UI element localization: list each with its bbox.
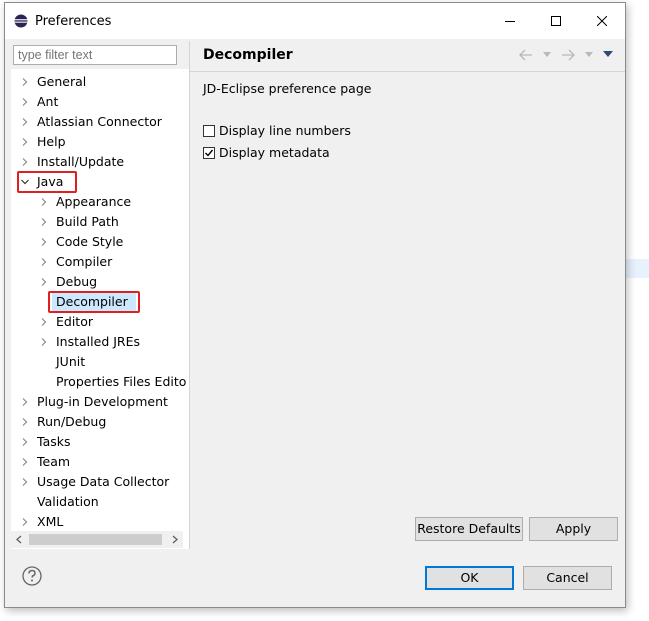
tree-item-label: Editor	[56, 314, 93, 329]
tree-item-xml[interactable]: XML	[11, 512, 189, 532]
close-icon	[597, 16, 607, 26]
tree-item-plug-in-development[interactable]: Plug-in Development	[11, 392, 189, 412]
tree-item-label: Run/Debug	[37, 414, 107, 429]
annotation-highlight-box	[48, 291, 140, 313]
pane-divider	[189, 41, 190, 549]
tree-item-usage-data-collector[interactable]: Usage Data Collector	[11, 472, 189, 492]
apply-button[interactable]: Apply	[529, 517, 618, 541]
scrollbar-thumb[interactable]	[29, 534, 162, 545]
tree-item-appearance[interactable]: Appearance	[11, 192, 189, 212]
window-title: Preferences	[35, 14, 112, 29]
chevron-right-icon[interactable]	[40, 278, 48, 286]
chevron-right-icon[interactable]	[40, 318, 48, 326]
tree-item-label: Installed JREs	[56, 334, 141, 349]
page-navigation	[519, 47, 619, 63]
tree-item-label: Appearance	[56, 194, 132, 209]
chevron-right-icon[interactable]	[21, 98, 29, 106]
chevron-right-icon[interactable]	[21, 438, 29, 446]
tree-item-general[interactable]: General	[11, 72, 189, 92]
tree-item-label: Ant	[37, 94, 59, 109]
preferences-dialog: Preferences General Ant Atlassian Connecto…	[4, 2, 626, 608]
display-line-numbers-label[interactable]: Display line numbers	[219, 123, 351, 138]
tree-item-properties-files-edito[interactable]: Properties Files Edito	[11, 372, 189, 392]
chevron-right-icon[interactable]	[21, 138, 29, 146]
page-title: Decompiler	[203, 47, 293, 63]
restore-defaults-button[interactable]: Restore Defaults	[415, 517, 523, 541]
chevron-right-icon[interactable]	[21, 78, 29, 86]
chevron-right-icon[interactable]	[40, 258, 48, 266]
annotation-highlight-box	[17, 171, 77, 193]
tree-item-label: Code Style	[56, 234, 124, 249]
tree-item-run-debug[interactable]: Run/Debug	[11, 412, 189, 432]
tree-item-label: Install/Update	[37, 154, 125, 169]
forward-dropdown-icon[interactable]	[585, 52, 593, 58]
background-line-highlight	[626, 259, 649, 278]
tree-item-build-path[interactable]: Build Path	[11, 212, 189, 232]
tree-item-atlassian-connector[interactable]: Atlassian Connector	[11, 112, 189, 132]
checkmark-icon	[205, 149, 214, 157]
display-metadata-checkbox[interactable]	[203, 147, 215, 159]
tree-item-label: General	[37, 74, 87, 89]
tree-item-label: Compiler	[56, 254, 113, 269]
tree-item-compiler[interactable]: Compiler	[11, 252, 189, 272]
chevron-right-icon[interactable]	[21, 118, 29, 126]
tree-item-label: Atlassian Connector	[37, 114, 162, 129]
maximize-icon	[551, 16, 561, 26]
page-description: JD-Eclipse preference page	[203, 81, 372, 96]
filter-input[interactable]	[13, 45, 177, 65]
tree-item-code-style[interactable]: Code Style	[11, 232, 189, 252]
tree-horizontal-scrollbar[interactable]	[11, 531, 183, 548]
tree-item-tasks[interactable]: Tasks	[11, 432, 189, 452]
forward-arrow-icon[interactable]	[561, 49, 575, 61]
tree-item-label: Build Path	[56, 214, 119, 229]
chevron-right-icon[interactable]	[21, 458, 29, 466]
title-bar: Preferences	[5, 3, 625, 39]
tree-item-label: Properties Files Edito	[56, 374, 187, 389]
tree-item-label: Plug-in Development	[37, 394, 168, 409]
tree-item-label: Help	[37, 134, 66, 149]
tree-item-label: Usage Data Collector	[37, 474, 170, 489]
scroll-left-arrow-icon[interactable]	[15, 535, 23, 544]
chevron-right-icon[interactable]	[21, 158, 29, 166]
tree-item-label: JUnit	[56, 354, 86, 369]
tree-item-label: XML	[37, 514, 64, 529]
back-dropdown-icon[interactable]	[543, 52, 551, 58]
header-separator	[190, 71, 625, 72]
tree-item-install-update[interactable]: Install/Update	[11, 152, 189, 172]
chevron-right-icon[interactable]	[21, 478, 29, 486]
minimize-button[interactable]	[487, 3, 533, 39]
tree-item-junit[interactable]: JUnit	[11, 352, 189, 372]
display-metadata-label[interactable]: Display metadata	[219, 145, 330, 160]
display-line-numbers-checkbox[interactable]	[203, 125, 215, 137]
chevron-right-icon[interactable]	[21, 398, 29, 406]
minimize-icon	[505, 21, 515, 22]
chevron-right-icon[interactable]	[40, 238, 48, 246]
tree-item-label: Validation	[37, 494, 99, 509]
scroll-right-arrow-icon[interactable]	[171, 535, 179, 544]
tree-item-ant[interactable]: Ant	[11, 92, 189, 112]
tree-item-label: Tasks	[37, 434, 71, 449]
maximize-button[interactable]	[533, 3, 579, 39]
chevron-right-icon[interactable]	[40, 218, 48, 226]
tree-item-debug[interactable]: Debug	[11, 272, 189, 292]
chevron-right-icon[interactable]	[21, 418, 29, 426]
tree-item-installed-jres[interactable]: Installed JREs	[11, 332, 189, 352]
chevron-right-icon[interactable]	[40, 198, 48, 206]
close-button[interactable]	[579, 3, 625, 39]
chevron-right-icon[interactable]	[40, 338, 48, 346]
tree-item-label: Team	[37, 454, 71, 469]
tree-item-validation[interactable]: Validation	[11, 492, 189, 512]
view-menu-icon[interactable]	[603, 51, 613, 58]
back-arrow-icon[interactable]	[519, 49, 533, 61]
chevron-right-icon[interactable]	[21, 518, 29, 526]
ok-button[interactable]: OK	[425, 566, 514, 590]
preferences-tree: General Ant Atlassian Connector Help Install…	[11, 69, 189, 549]
tree-item-label: Debug	[56, 274, 98, 289]
tree-item-help[interactable]: Help	[11, 132, 189, 152]
tree-item-team[interactable]: Team	[11, 452, 189, 472]
eclipse-icon	[14, 14, 28, 28]
cancel-button[interactable]: Cancel	[523, 566, 612, 590]
help-icon[interactable]	[22, 566, 42, 586]
tree-item-editor[interactable]: Editor	[11, 312, 189, 332]
